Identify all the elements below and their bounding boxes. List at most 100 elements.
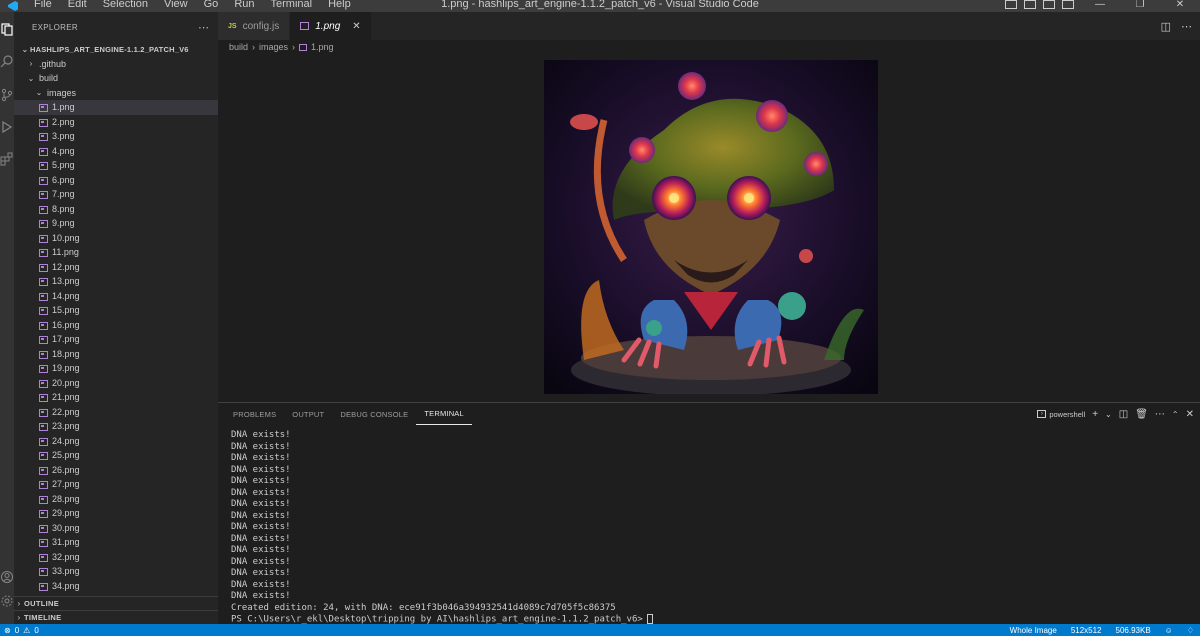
tab-1-png[interactable]: 1.png ✕	[290, 12, 372, 40]
file-item[interactable]: 10.png	[14, 231, 218, 246]
file-item[interactable]: 20.png	[14, 376, 218, 391]
file-item[interactable]: 1.png	[14, 100, 218, 115]
tab-output[interactable]: OUTPUT	[284, 403, 332, 425]
image-file-icon	[38, 248, 48, 258]
image-view-mode[interactable]: Whole Image	[1010, 626, 1057, 635]
source-control-icon[interactable]	[0, 88, 14, 102]
new-terminal-icon[interactable]: +	[1092, 409, 1098, 420]
menu-selection[interactable]: Selection	[95, 0, 156, 10]
image-file-icon	[38, 364, 48, 374]
file-item[interactable]: 14.png	[14, 289, 218, 304]
file-item[interactable]: 4.png	[14, 144, 218, 159]
close-panel-icon[interactable]: ✕	[1186, 409, 1194, 420]
file-item[interactable]: 15.png	[14, 303, 218, 318]
file-item[interactable]: 5.png	[14, 158, 218, 173]
file-label: 27.png	[52, 479, 80, 490]
folder-build[interactable]: ⌄ build	[14, 71, 218, 86]
workspace-root[interactable]: ⌄ HASHLIPS_ART_ENGINE-1.1.2_PATCH_V6	[14, 42, 218, 57]
menu-edit[interactable]: Edit	[60, 0, 95, 10]
file-item[interactable]: 26.png	[14, 463, 218, 478]
chevron-down-icon[interactable]: ⌄	[1105, 410, 1112, 419]
extensions-icon[interactable]	[0, 152, 14, 166]
manage-gear-icon[interactable]	[0, 594, 14, 608]
file-item[interactable]: 13.png	[14, 274, 218, 289]
file-item[interactable]: 29.png	[14, 506, 218, 521]
file-item[interactable]: 6.png	[14, 173, 218, 188]
terminal-output[interactable]: DNA exists! DNA exists! DNA exists! DNA exi…	[231, 430, 653, 626]
file-item[interactable]: 25.png	[14, 448, 218, 463]
notifications-bell-icon[interactable]: ♢	[1187, 626, 1194, 635]
toggle-panel-icon[interactable]	[1024, 0, 1036, 9]
image-file-icon	[38, 277, 48, 287]
breadcrumb-item[interactable]: images	[259, 42, 288, 52]
file-item[interactable]: 8.png	[14, 202, 218, 217]
file-item[interactable]: 18.png	[14, 347, 218, 362]
terminal-line: DNA exists!	[231, 441, 291, 452]
menu-file[interactable]: File	[26, 0, 60, 10]
menu-help[interactable]: Help	[320, 0, 359, 10]
customize-layout-icon[interactable]	[1062, 0, 1074, 9]
file-item[interactable]: 19.png	[14, 361, 218, 376]
split-terminal-icon[interactable]: ◫	[1119, 409, 1128, 420]
file-item[interactable]: 23.png	[14, 419, 218, 434]
restore-icon[interactable]: ❐	[1120, 0, 1160, 10]
file-item[interactable]: 28.png	[14, 492, 218, 507]
more-actions-icon[interactable]: ⋯	[1155, 409, 1165, 420]
file-item[interactable]: 22.png	[14, 405, 218, 420]
menu-terminal[interactable]: Terminal	[263, 0, 321, 10]
status-problems[interactable]: ⊗ 0 ⚠ 0	[0, 626, 39, 635]
folder-images[interactable]: ⌄ images	[14, 86, 218, 101]
maximize-panel-icon[interactable]: ⌃	[1172, 410, 1179, 419]
file-item[interactable]: 32.png	[14, 550, 218, 565]
editor-more-actions-icon[interactable]: ⋯	[1181, 20, 1192, 33]
toggle-secondary-sidebar-icon[interactable]	[1043, 0, 1055, 9]
file-item[interactable]: 21.png	[14, 390, 218, 405]
menu-run[interactable]: Run	[226, 0, 262, 10]
breadcrumb-item[interactable]: 1.png	[311, 42, 334, 52]
file-item[interactable]: 17.png	[14, 332, 218, 347]
search-icon[interactable]	[0, 54, 14, 68]
run-debug-icon[interactable]	[0, 120, 14, 134]
breadcrumb-item[interactable]: build	[229, 42, 248, 52]
file-item[interactable]: 7.png	[14, 187, 218, 202]
tab-debug-console[interactable]: DEBUG CONSOLE	[332, 403, 416, 425]
file-item[interactable]: 16.png	[14, 318, 218, 333]
image-file-icon	[38, 509, 48, 519]
file-item[interactable]: 9.png	[14, 216, 218, 231]
image-file-icon	[38, 408, 48, 417]
breadcrumb-separator-icon: ›	[292, 42, 296, 52]
timeline-section[interactable]: › TIMELINE	[14, 610, 218, 624]
close-tab-icon[interactable]: ✕	[352, 21, 360, 32]
more-actions-icon[interactable]: ⋯	[198, 21, 210, 34]
toggle-sidebar-icon[interactable]	[1005, 0, 1017, 9]
split-editor-icon[interactable]: ◫	[1161, 20, 1171, 33]
close-window-icon[interactable]: ✕	[1160, 0, 1200, 10]
menu-go[interactable]: Go	[196, 0, 227, 10]
file-label: 13.png	[52, 276, 80, 287]
accounts-feedback-icon[interactable]: ☺	[1165, 626, 1173, 635]
tab-config-js[interactable]: JS config.js	[218, 12, 291, 40]
file-item[interactable]: 31.png	[14, 535, 218, 550]
file-item[interactable]: 27.png	[14, 477, 218, 492]
tab-terminal[interactable]: TERMINAL	[416, 403, 472, 425]
minimize-icon[interactable]: —	[1080, 0, 1120, 10]
image-preview[interactable]	[544, 60, 878, 394]
outline-section[interactable]: › OUTLINE	[14, 596, 218, 610]
image-file-icon	[38, 234, 48, 243]
explorer-icon[interactable]	[0, 22, 14, 36]
image-file-icon	[38, 480, 48, 490]
folder-github[interactable]: › .github	[14, 57, 218, 72]
trash-icon[interactable]: 🗑	[1135, 409, 1148, 420]
file-item[interactable]: 30.png	[14, 521, 218, 536]
tab-problems[interactable]: PROBLEMS	[225, 403, 284, 425]
menu-view[interactable]: View	[156, 0, 196, 10]
file-item[interactable]: 33.png	[14, 564, 218, 579]
terminal-shell-selector[interactable]: › powershell	[1037, 410, 1085, 419]
file-item[interactable]: 34.png	[14, 579, 218, 594]
accounts-icon[interactable]	[0, 570, 14, 584]
file-item[interactable]: 11.png	[14, 245, 218, 260]
file-item[interactable]: 24.png	[14, 434, 218, 449]
file-item[interactable]: 12.png	[14, 260, 218, 275]
file-item[interactable]: 3.png	[14, 129, 218, 144]
file-item[interactable]: 2.png	[14, 115, 218, 130]
